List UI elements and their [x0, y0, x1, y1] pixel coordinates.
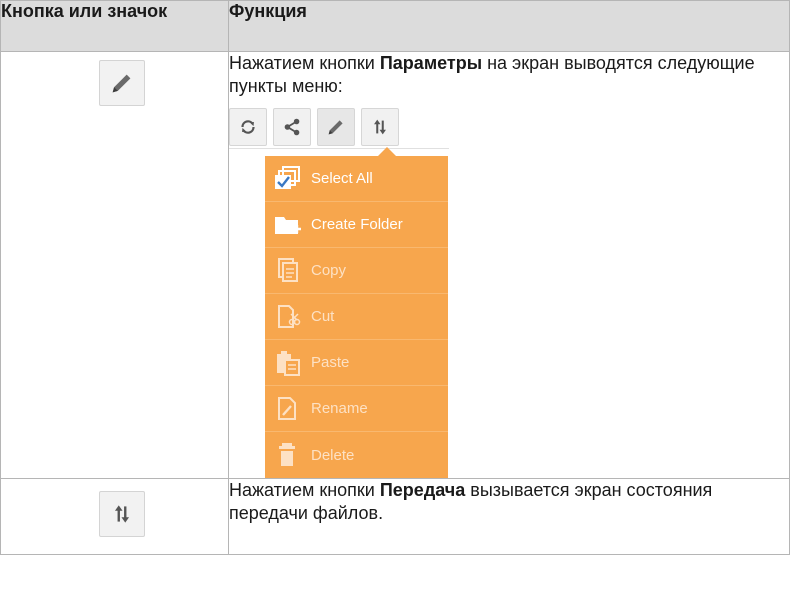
menu-list: Select All Create Folder Copy Cut Paste …: [265, 156, 448, 478]
transfer-toolbar-button[interactable]: [361, 108, 399, 146]
copy-icon: [278, 257, 298, 282]
refresh-button[interactable]: [229, 108, 267, 146]
menu-item-label: Delete: [311, 446, 355, 464]
rename-icon: [278, 396, 296, 420]
menu-pointer: [378, 147, 396, 156]
pencil-icon: [328, 120, 343, 135]
menu-item-label: Copy: [311, 262, 347, 279]
function-table: Кнопка или значок Функция Нажатием кнопк…: [0, 0, 790, 555]
table-row: Нажатием кнопки Передача вызывается экра…: [0, 478, 790, 555]
description-text: Нажатием кнопки Параметры на экран вывод…: [229, 53, 755, 96]
icon-cell: [0, 478, 229, 555]
toolbar: [229, 108, 449, 149]
menu-item-label: Rename: [311, 400, 368, 417]
menu-item-copy[interactable]: Copy: [265, 248, 448, 294]
options-toolbar-button[interactable]: [317, 108, 355, 146]
menu-item-select-all[interactable]: Select All: [265, 156, 448, 202]
refresh-icon: [241, 120, 255, 134]
function-cell: Нажатием кнопки Передача вызывается экра…: [228, 478, 790, 555]
pencil-icon: [112, 74, 131, 93]
table-header-row: Кнопка или значок Функция: [0, 0, 790, 52]
menu-item-label: Cut: [311, 308, 335, 325]
function-cell: Нажатием кнопки Параметры на экран вывод…: [228, 51, 790, 479]
menu-item-label: Paste: [311, 354, 350, 371]
header-button-or-icon: Кнопка или значок: [0, 0, 229, 52]
cut-icon: [278, 304, 301, 328]
delete-icon: [279, 443, 295, 466]
options-button[interactable]: [99, 60, 145, 106]
description-text: Нажатием кнопки Передача вызывается экра…: [229, 480, 713, 523]
transfer-icon: [374, 119, 386, 135]
options-menu: Select All Create Folder Copy Cut Paste …: [265, 147, 455, 478]
menu-item-cut[interactable]: Cut: [265, 294, 448, 340]
icon-cell: [0, 51, 229, 479]
transfer-keyword: Передача: [379, 480, 466, 500]
options-keyword: Параметры: [379, 53, 483, 73]
transfer-icon: [114, 505, 130, 523]
toolbar-divider: [229, 148, 449, 149]
folder-add-icon: [275, 216, 301, 234]
select-all-icon: [275, 165, 300, 189]
share-icon: [284, 118, 300, 136]
menu-item-label: Select All: [311, 170, 373, 187]
menu-item-label: Create Folder: [311, 216, 403, 233]
menu-item-rename[interactable]: Rename: [265, 386, 448, 432]
header-function: Функция: [228, 0, 790, 52]
menu-item-delete[interactable]: Delete: [265, 432, 448, 478]
transfer-button[interactable]: [99, 491, 145, 537]
table-row: Нажатием кнопки Параметры на экран вывод…: [0, 51, 790, 479]
menu-item-create-folder[interactable]: Create Folder: [265, 202, 448, 248]
menu-item-paste[interactable]: Paste: [265, 340, 448, 386]
paste-icon: [277, 350, 300, 376]
share-button[interactable]: [273, 108, 311, 146]
